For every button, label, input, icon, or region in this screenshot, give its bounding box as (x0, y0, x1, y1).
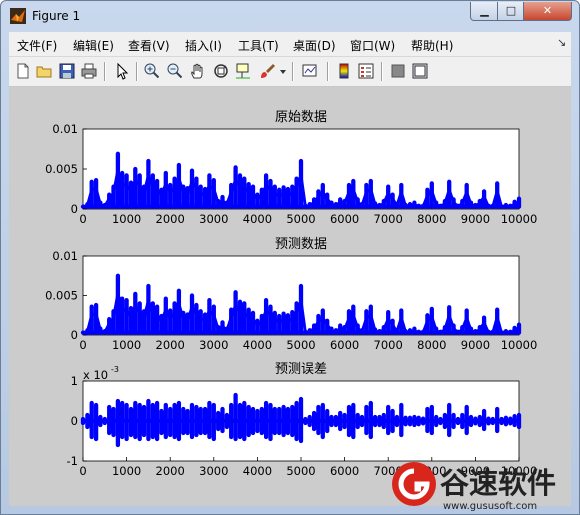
axes-title: 预测数据 (275, 237, 327, 252)
menu-file[interactable]: 文件(F) (17, 37, 57, 54)
brush-icon[interactable] (259, 62, 277, 80)
x-tick-label: 5000 (286, 464, 315, 478)
x-tick-label: 0 (79, 212, 86, 226)
colorbar-icon[interactable] (335, 62, 353, 80)
save-icon[interactable] (58, 62, 76, 80)
figure-window: Figure 1 ▁ □ ✕ 文件(F) 编辑(E) 查看(V) 插入(I) 工… (0, 0, 580, 515)
hide-plot-tools-icon[interactable] (389, 62, 407, 80)
x-tick-label: 3000 (199, 212, 228, 226)
toolbar-separator (136, 62, 138, 81)
x-tick-label: 2000 (156, 212, 185, 226)
rotate-3d-icon[interactable] (212, 62, 230, 80)
x-tick-label: 4000 (243, 212, 272, 226)
y-tick-label: 0 (71, 202, 78, 216)
y-tick-label: 0.01 (52, 122, 78, 136)
x-tick-label: 10000 (501, 338, 538, 352)
x-tick-label: 2000 (156, 338, 185, 352)
edit-plot-arrow-icon[interactable] (113, 62, 131, 80)
x-tick-label: 1000 (112, 338, 141, 352)
x-tick-label: 0 (79, 338, 86, 352)
watermark-logo: 谷速软件 www.gususoft.com (392, 462, 556, 512)
menu-insert[interactable]: 插入(I) (185, 37, 222, 54)
x-tick-label: 2000 (156, 464, 185, 478)
open-file-icon[interactable] (35, 62, 53, 80)
menu-edit[interactable]: 编辑(E) (73, 37, 114, 54)
window-title: Figure 1 (32, 9, 81, 23)
y-tick-label: 0 (71, 414, 78, 428)
new-figure-icon[interactable] (14, 62, 32, 80)
axes-2: 预测数据 0 1000 2000 3000 4000 5000 6000 7000 8000 900… (45, 237, 537, 352)
x-tick-label: 8000 (417, 338, 446, 352)
toolbar-separator (292, 62, 294, 81)
menu-desktop[interactable]: 桌面(D) (293, 37, 336, 54)
y-exponent-label: x 10 (83, 368, 108, 382)
y-exponent-power: -3 (111, 365, 119, 374)
close-button[interactable]: ✕ (523, 2, 572, 21)
watermark-brand: 谷速软件 (440, 466, 556, 500)
x-tick-label: 6000 (330, 464, 359, 478)
x-tick-label: 0 (79, 464, 86, 478)
pan-hand-icon[interactable] (189, 62, 207, 80)
toolbar (9, 57, 571, 87)
y-tick-label: 0 (71, 328, 78, 342)
y-tick-label: 0.005 (45, 289, 78, 303)
minimize-button[interactable]: ▁ (470, 2, 499, 21)
x-tick-label: 3000 (199, 464, 228, 478)
link-plot-icon[interactable] (301, 62, 319, 80)
x-tick-label: 10000 (501, 212, 538, 226)
axes-title: 原始数据 (275, 110, 327, 125)
zoom-in-icon[interactable] (143, 62, 161, 80)
menu-window[interactable]: 窗口(W) (350, 37, 395, 54)
x-tick-label: 7000 (374, 212, 403, 226)
x-tick-label: 1000 (112, 212, 141, 226)
toolbar-separator (104, 62, 106, 81)
y-tick-label: -1 (67, 454, 78, 468)
legend-icon[interactable] (357, 62, 375, 80)
x-tick-label: 4000 (243, 338, 272, 352)
maximize-button[interactable]: □ (497, 2, 525, 21)
brush-dropdown-icon[interactable] (279, 62, 287, 80)
x-tick-label: 6000 (330, 338, 359, 352)
show-plot-tools-icon[interactable] (411, 62, 429, 80)
x-tick-label: 5000 (286, 212, 315, 226)
zoom-out-icon[interactable] (166, 62, 184, 80)
x-tick-label: 5000 (286, 338, 315, 352)
plots-svg: 原始数据0 1000 2000 3000 4000 5000 6000 7000 8000 900… (45, 110, 537, 478)
axes-title: 预测误差 (275, 362, 327, 377)
menu-help[interactable]: 帮助(H) (411, 37, 453, 54)
data-cursor-icon[interactable] (234, 62, 252, 80)
x-tick-label: 1000 (112, 464, 141, 478)
toolbar-separator (327, 62, 329, 81)
matlab-logo-icon (10, 8, 26, 24)
title-bar[interactable]: Figure 1 ▁ □ ✕ (1, 1, 579, 31)
menu-bar: 文件(F) 编辑(E) 查看(V) 插入(I) 工具(T) 桌面(D) 窗口(W… (9, 32, 571, 57)
toolbar-separator (381, 62, 383, 81)
axes-1: 原始数据 0 1000 2000 3000 4000 5000 6000 7000 8000 900… (45, 110, 537, 226)
menu-tools[interactable]: 工具(T) (238, 37, 279, 54)
print-icon[interactable] (80, 62, 98, 80)
y-tick-label: 1 (71, 374, 78, 388)
figure-canvas[interactable]: 原始数据 0 1000 2000 3000 4000 5000 6000 7000 8000 900… (9, 87, 571, 506)
x-tick-label: 3000 (199, 338, 228, 352)
menu-view[interactable]: 查看(V) (128, 37, 170, 54)
x-tick-label: 8000 (417, 212, 446, 226)
x-tick-label: 9000 (461, 338, 490, 352)
y-tick-label: 0.005 (45, 162, 78, 176)
x-tick-label: 6000 (330, 212, 359, 226)
x-tick-label: 9000 (461, 212, 490, 226)
x-tick-label: 7000 (374, 338, 403, 352)
x-tick-label: 4000 (243, 464, 272, 478)
y-tick-label: 0.01 (52, 249, 78, 263)
menu-overflow-icon[interactable]: ↘ (557, 36, 566, 49)
watermark-url: www.gususoft.com (443, 501, 537, 512)
